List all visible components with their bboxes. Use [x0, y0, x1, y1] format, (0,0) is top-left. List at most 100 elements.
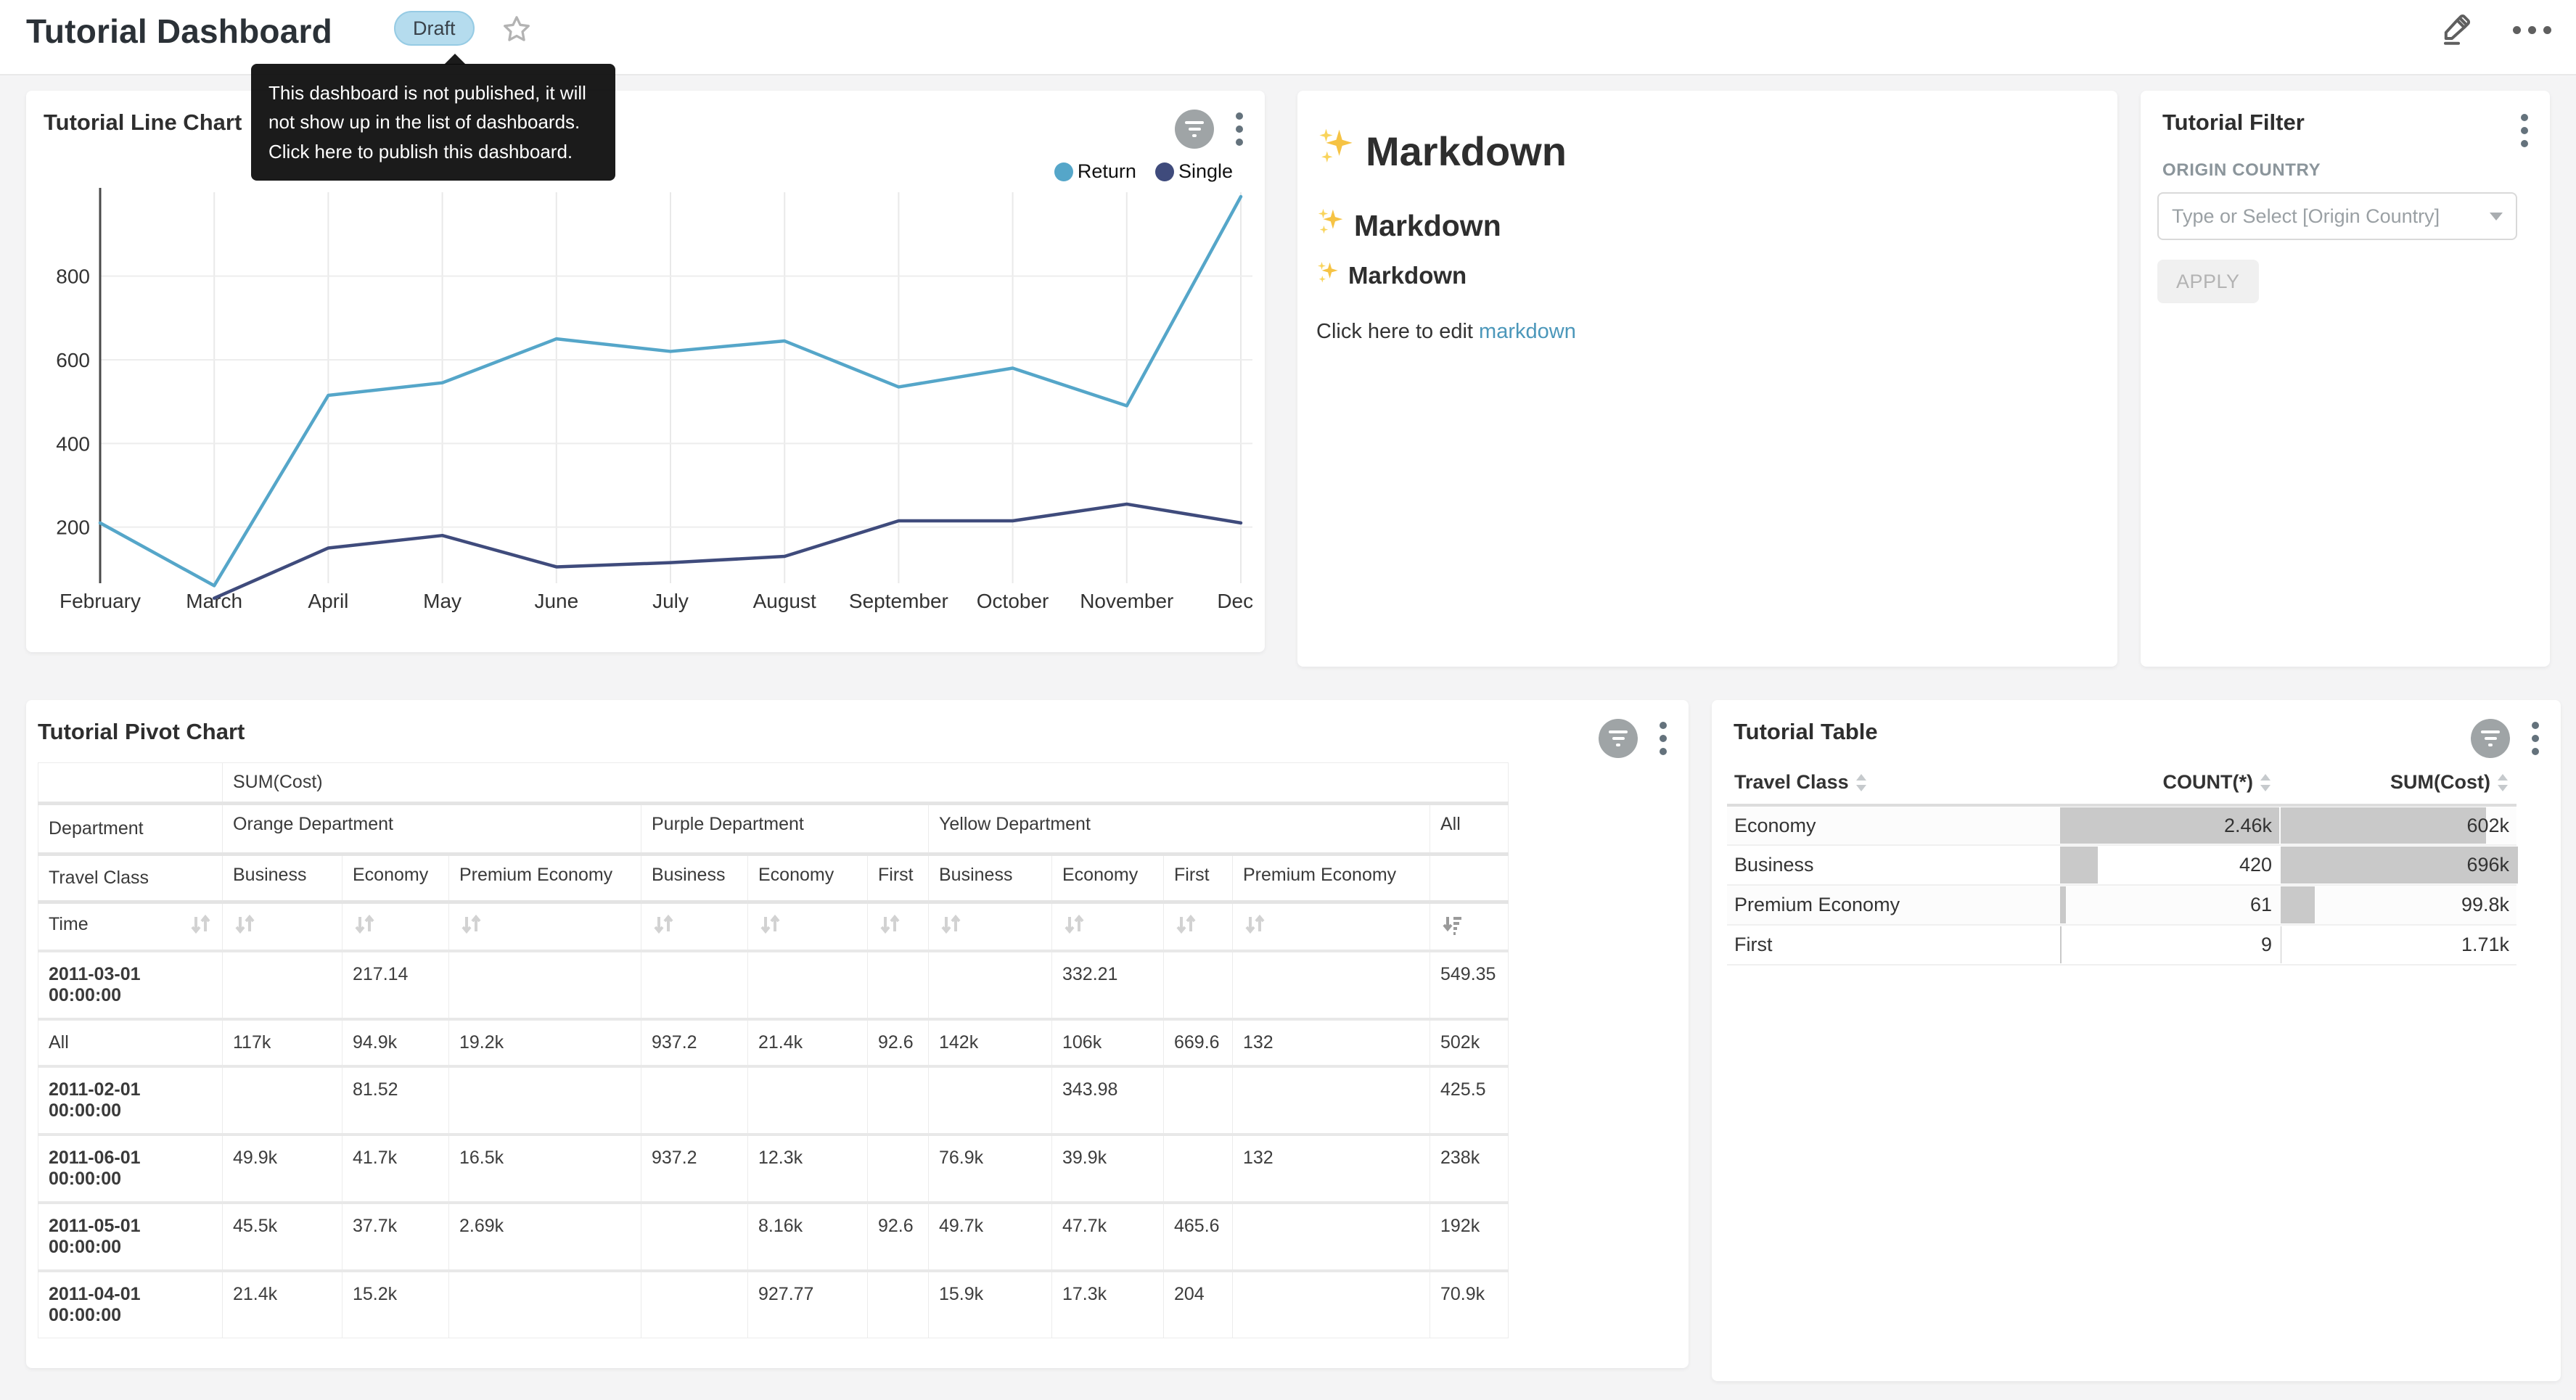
filter-kebab-menu-icon[interactable] [2521, 111, 2530, 150]
sort-icon[interactable] [758, 913, 782, 936]
pivot-sort-header[interactable] [641, 902, 748, 952]
favorite-star-icon[interactable] [501, 13, 533, 45]
pivot-sort-header[interactable] [1052, 902, 1164, 952]
pivot-cell: 15.9k [929, 1271, 1052, 1338]
pivot-sort-header[interactable] [868, 902, 929, 952]
more-options-icon[interactable] [2513, 10, 2551, 49]
pivot-cell [641, 1066, 748, 1135]
sort-icon[interactable] [353, 913, 376, 936]
sort-icon[interactable] [1243, 913, 1266, 936]
pivot-cell: 142k [929, 1019, 1052, 1066]
pivot-cell [1233, 1203, 1430, 1271]
table-row: Economy2.46k602k [1727, 805, 2516, 845]
pivot-corner-cell [38, 763, 223, 804]
pivot-cell: 217.14 [342, 951, 449, 1019]
pivot-time-header: Time [38, 902, 223, 952]
pivot-sort-header[interactable] [1233, 902, 1430, 952]
markdown-heading-2: Markdown [1315, 205, 1501, 246]
chart-kebab-menu-icon[interactable] [1660, 719, 1668, 758]
pivot-cell [641, 951, 748, 1019]
sort-icon[interactable] [652, 913, 675, 936]
pivot-sort-header[interactable] [223, 902, 342, 952]
cell-bar [2060, 926, 2062, 963]
pivot-row-label: All [38, 1019, 223, 1066]
apply-button[interactable]: APPLY [2157, 260, 2259, 303]
pivot-cell [748, 1066, 868, 1135]
table-column-header[interactable]: COUNT(*) [2059, 761, 2279, 805]
series-line-single[interactable] [214, 504, 1241, 598]
pivot-chart-card: Tutorial Pivot Chart SUM(Cost)Department… [26, 700, 1689, 1368]
sort-descending-icon[interactable] [1440, 913, 1464, 936]
sort-icon[interactable] [189, 913, 212, 936]
pivot-cell: 21.4k [748, 1019, 868, 1066]
pivot-cell: 332.21 [1052, 951, 1164, 1019]
sort-icon[interactable] [939, 913, 962, 936]
origin-country-label: ORIGIN COUNTRY [2162, 160, 2321, 181]
pivot-row: 2011-06-01 00:00:0049.9k41.7k16.5k937.21… [38, 1135, 1509, 1203]
chevron-down-icon [2490, 213, 2503, 221]
table-cell-sum: 602k [2279, 805, 2516, 845]
pivot-sort-header[interactable] [929, 902, 1052, 952]
sort-icon[interactable] [1062, 913, 1086, 936]
chart-filter-icon[interactable] [1599, 719, 1638, 758]
table-cell-travel-class: Premium Economy [1727, 885, 2059, 925]
pivot-cell: 106k [1052, 1019, 1164, 1066]
chart-filter-icon[interactable] [1175, 110, 1214, 149]
table-column-header[interactable]: Travel Class [1727, 761, 2059, 805]
pivot-sort-header[interactable] [342, 902, 449, 952]
pivot-table: SUM(Cost)DepartmentOrange DepartmentPurp… [38, 762, 1509, 1338]
sort-icon[interactable] [878, 913, 901, 936]
table-row: First91.71k [1727, 925, 2516, 965]
table-cell-count: 61 [2059, 885, 2279, 925]
chart-filter-icon[interactable] [2471, 719, 2510, 758]
draft-status-badge[interactable]: Draft [394, 11, 475, 46]
sort-icon[interactable] [233, 913, 256, 936]
pivot-cell: 45.5k [223, 1203, 342, 1271]
tooltip-arrow [444, 54, 466, 65]
y-axis-tick-label: 600 [56, 349, 90, 371]
pivot-column-header: Economy [342, 855, 449, 902]
sort-icon[interactable] [1174, 913, 1197, 936]
pivot-sort-header[interactable] [748, 902, 868, 952]
edit-markdown-link[interactable]: markdown [1479, 320, 1576, 343]
x-axis-tick-label: June [534, 590, 578, 612]
pivot-cell [449, 951, 641, 1019]
x-axis-tick-label: July [652, 590, 689, 612]
pivot-column-header: Economy [748, 855, 868, 902]
pivot-cell: 502k [1430, 1019, 1509, 1066]
table-row: Premium Economy6199.8k [1727, 885, 2516, 925]
legend-item-single[interactable]: Single [1155, 160, 1233, 183]
pivot-sort-header[interactable] [1164, 902, 1233, 952]
pivot-cell: 41.7k [342, 1135, 449, 1203]
table-card: Tutorial Table Travel ClassCOUNT(*)SUM(C… [1712, 700, 2561, 1381]
chart-kebab-menu-icon[interactable] [1236, 110, 1244, 149]
pivot-sort-header[interactable] [1430, 902, 1509, 952]
table-cell-sum: 99.8k [2279, 885, 2516, 925]
pivot-cell: 937.2 [641, 1135, 748, 1203]
pivot-cell: 669.6 [1164, 1019, 1233, 1066]
sort-icon[interactable] [459, 913, 483, 936]
pivot-group-header: Purple Department [641, 804, 929, 855]
pivot-cell: 238k [1430, 1135, 1509, 1203]
pivot-group-header: Yellow Department [929, 804, 1430, 855]
chart-kebab-menu-icon[interactable] [2532, 719, 2540, 758]
pivot-row-label: 2011-03-01 00:00:00 [38, 951, 223, 1019]
pivot-cell: 39.9k [1052, 1135, 1164, 1203]
legend-item-return[interactable]: Return [1054, 160, 1136, 183]
y-axis-tick-label: 400 [56, 432, 90, 455]
table-row: Business420696k [1727, 845, 2516, 885]
pivot-cell: 192k [1430, 1203, 1509, 1271]
pivot-cell: 937.2 [641, 1019, 748, 1066]
origin-country-select[interactable]: Type or Select [Origin Country] [2157, 192, 2517, 240]
pivot-column-header: Business [929, 855, 1052, 902]
pivot-column-header: Business [223, 855, 342, 902]
pivot-row-label: 2011-02-01 00:00:00 [38, 1066, 223, 1135]
pivot-cell: 8.16k [748, 1203, 868, 1271]
pivot-sort-header[interactable] [449, 902, 641, 952]
edit-pencil-icon[interactable] [2439, 11, 2474, 49]
pivot-column-header: Premium Economy [449, 855, 641, 902]
table-column-header[interactable]: SUM(Cost) [2279, 761, 2516, 805]
pivot-column-header: Premium Economy [1233, 855, 1430, 902]
pivot-cell: 927.77 [748, 1271, 868, 1338]
pivot-cell [868, 1066, 929, 1135]
